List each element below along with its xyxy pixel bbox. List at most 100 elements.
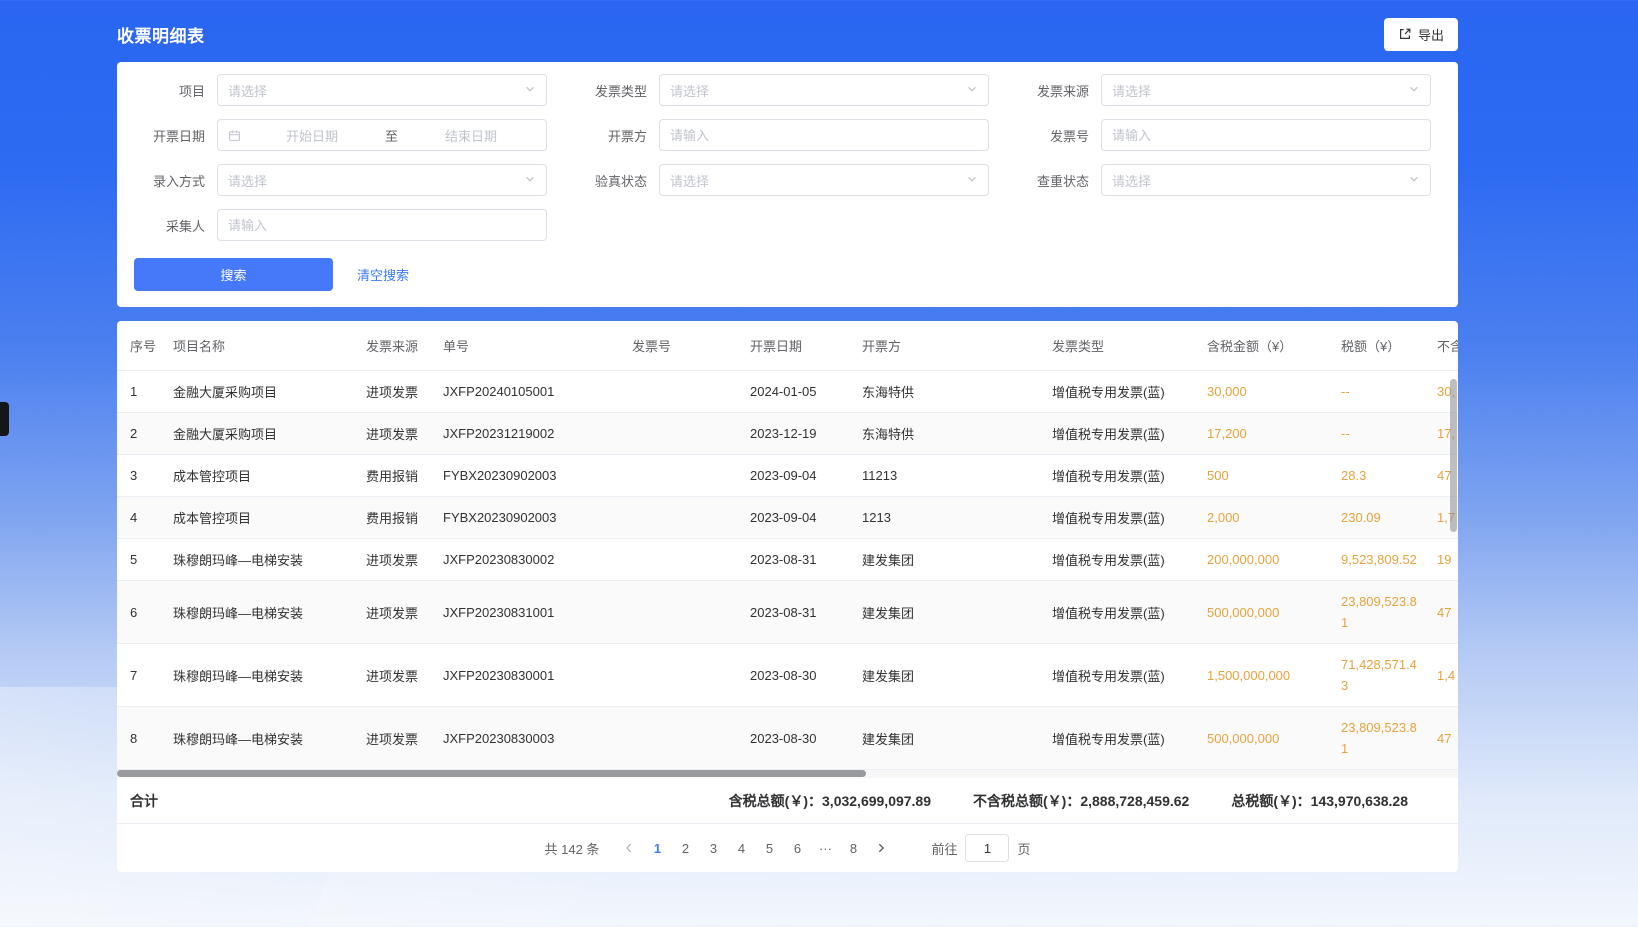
cell-issuer: 建发集团 bbox=[862, 707, 1052, 770]
page-button-4[interactable]: 4 bbox=[727, 834, 755, 862]
export-button[interactable]: 导出 bbox=[1384, 18, 1458, 51]
cell-date: 2024-01-05 bbox=[750, 371, 862, 413]
cell-seq: 1 bbox=[117, 371, 173, 413]
search-button[interactable]: 搜索 bbox=[134, 258, 333, 291]
cell-project: 珠穆朗玛峰—电梯安装 bbox=[173, 707, 366, 770]
cell-project: 成本管控项目 bbox=[173, 497, 366, 539]
prev-page-button[interactable] bbox=[615, 834, 643, 862]
invoice-no-input[interactable] bbox=[1112, 128, 1420, 143]
tax-excluded-total-value: 2,888,728,459.62 bbox=[1080, 793, 1189, 809]
col-header-issuer: 开票方 bbox=[862, 321, 1052, 371]
page-button-6[interactable]: 6 bbox=[783, 834, 811, 862]
more-pages-button[interactable]: ··· bbox=[811, 834, 839, 862]
vertical-scrollbar-thumb[interactable] bbox=[1450, 379, 1457, 532]
cell-invoice-no bbox=[632, 497, 750, 539]
pagination-total: 共 142 条 bbox=[545, 839, 600, 858]
filter-row-3: 录入方式 请选择 验真状态 请选择 查重状态 请选择 bbox=[117, 164, 1458, 196]
cell-seq: 3 bbox=[117, 455, 173, 497]
issuer-input[interactable] bbox=[670, 128, 978, 143]
cell-tax: 71,428,571.43 bbox=[1341, 644, 1437, 707]
filter-row-1: 项目 请选择 发票类型 请选择 发票来源 请选择 bbox=[117, 74, 1458, 106]
cell-seq: 6 bbox=[117, 581, 173, 644]
cell-seq: 7 bbox=[117, 644, 173, 707]
page-title: 收票明细表 bbox=[117, 22, 205, 47]
cell-tax: 230.09 bbox=[1341, 497, 1437, 539]
cell-issuer: 东海特供 bbox=[862, 413, 1052, 455]
dedup-status-label: 查重状态 bbox=[1001, 171, 1101, 190]
entry-method-select[interactable]: 请选择 bbox=[217, 164, 547, 196]
invoice-type-select[interactable]: 请选择 bbox=[659, 74, 989, 106]
chevron-down-icon bbox=[966, 173, 978, 188]
table-row: 5 珠穆朗玛峰—电梯安装 进项发票 JXFP20230830002 2023-0… bbox=[117, 539, 1458, 581]
filter-collector: 采集人 bbox=[117, 209, 559, 241]
cell-type: 增值税专用发票(蓝) bbox=[1052, 497, 1207, 539]
cell-tax: 23,809,523.81 bbox=[1341, 581, 1437, 644]
invoice-date-label: 开票日期 bbox=[117, 126, 217, 145]
top-bar: 收票明细表 导出 bbox=[117, 0, 1458, 62]
cell-source: 进项发票 bbox=[366, 413, 443, 455]
cell-doc-no: JXFP20230830001 bbox=[443, 644, 632, 707]
invoice-source-select[interactable]: 请选择 bbox=[1101, 74, 1431, 106]
cell-type: 增值税专用发票(蓝) bbox=[1052, 644, 1207, 707]
cell-type: 增值税专用发票(蓝) bbox=[1052, 413, 1207, 455]
collector-input-wrap bbox=[217, 209, 547, 241]
page-button-5[interactable]: 5 bbox=[755, 834, 783, 862]
filter-panel: 项目 请选择 发票类型 请选择 发票来源 请选择 bbox=[117, 62, 1458, 307]
invoice-table-card: 序号 项目名称 发票来源 单号 发票号 开票日期 开票方 发票类型 含税金额（¥… bbox=[117, 321, 1458, 872]
invoice-type-select-placeholder: 请选择 bbox=[670, 81, 966, 100]
cell-tax: 23,809,523.81 bbox=[1341, 707, 1437, 770]
cell-doc-no: FYBX20230902003 bbox=[443, 497, 632, 539]
invoice-date-range-picker[interactable]: 开始日期 至 结束日期 bbox=[217, 119, 547, 151]
page-button-2[interactable]: 2 bbox=[671, 834, 699, 862]
page-button-8[interactable]: 8 bbox=[839, 834, 867, 862]
invoice-no-label: 发票号 bbox=[1001, 126, 1101, 145]
filter-invoice-type: 发票类型 请选择 bbox=[559, 74, 1001, 106]
side-drawer-handle[interactable] bbox=[0, 402, 9, 436]
goto-page-input[interactable] bbox=[965, 834, 1009, 862]
col-header-seq: 序号 bbox=[117, 321, 173, 371]
chevron-down-icon bbox=[1408, 83, 1420, 98]
cell-tax: -- bbox=[1341, 371, 1437, 413]
cell-project: 珠穆朗玛峰—电梯安装 bbox=[173, 539, 366, 581]
entry-method-select-placeholder: 请选择 bbox=[228, 171, 524, 190]
filter-row-4: 采集人 bbox=[117, 209, 1458, 241]
start-date-placeholder: 开始日期 bbox=[247, 126, 377, 145]
clear-search-link[interactable]: 清空搜索 bbox=[357, 265, 409, 284]
project-select[interactable]: 请选择 bbox=[217, 74, 547, 106]
cell-source: 进项发票 bbox=[366, 581, 443, 644]
verify-status-select[interactable]: 请选择 bbox=[659, 164, 989, 196]
cell-amount: 500,000,000 bbox=[1207, 581, 1341, 644]
invoice-table: 序号 项目名称 发票来源 单号 发票号 开票日期 开票方 发票类型 含税金额（¥… bbox=[117, 321, 1458, 770]
dedup-status-select-placeholder: 请选择 bbox=[1112, 171, 1408, 190]
dedup-status-select[interactable]: 请选择 bbox=[1101, 164, 1431, 196]
chevron-down-icon bbox=[966, 83, 978, 98]
cell-amount: 200,000,000 bbox=[1207, 539, 1341, 581]
cell-tax: 28.3 bbox=[1341, 455, 1437, 497]
cell-date: 2023-09-04 bbox=[750, 497, 862, 539]
cell-source: 费用报销 bbox=[366, 497, 443, 539]
cell-invoice-no bbox=[632, 707, 750, 770]
cell-doc-no: JXFP20230830002 bbox=[443, 539, 632, 581]
cell-date: 2023-09-04 bbox=[750, 455, 862, 497]
table-row: 2 金融大厦采购项目 进项发票 JXFP20231219002 2023-12-… bbox=[117, 413, 1458, 455]
summary-row: 合计 含税总额(￥)：3,032,699,097.89 不含税总额(￥)：2,8… bbox=[117, 778, 1458, 824]
table-row: 6 珠穆朗玛峰—电梯安装 进项发票 JXFP20230831001 2023-0… bbox=[117, 581, 1458, 644]
cell-excl-tax: 1,4 bbox=[1437, 644, 1458, 707]
table-row: 1 金融大厦采购项目 进项发票 JXFP20240105001 2024-01-… bbox=[117, 371, 1458, 413]
cell-invoice-no bbox=[632, 581, 750, 644]
next-page-button[interactable] bbox=[867, 834, 895, 862]
horizontal-scrollbar-thumb[interactable] bbox=[117, 770, 866, 777]
end-date-placeholder: 结束日期 bbox=[406, 126, 536, 145]
page-button-1[interactable]: 1 bbox=[643, 834, 671, 862]
collector-label: 采集人 bbox=[117, 216, 217, 235]
entry-method-label: 录入方式 bbox=[117, 171, 217, 190]
cell-project: 珠穆朗玛峰—电梯安装 bbox=[173, 581, 366, 644]
export-button-label: 导出 bbox=[1418, 25, 1444, 44]
tax-included-total-value: 3,032,699,097.89 bbox=[822, 793, 931, 809]
invoice-type-label: 发票类型 bbox=[559, 81, 659, 100]
page-button-3[interactable]: 3 bbox=[699, 834, 727, 862]
cell-excl-tax: 47 bbox=[1437, 707, 1458, 770]
goto-label: 前往 bbox=[931, 839, 957, 858]
collector-input[interactable] bbox=[228, 218, 536, 233]
cell-doc-no: FYBX20230902003 bbox=[443, 455, 632, 497]
